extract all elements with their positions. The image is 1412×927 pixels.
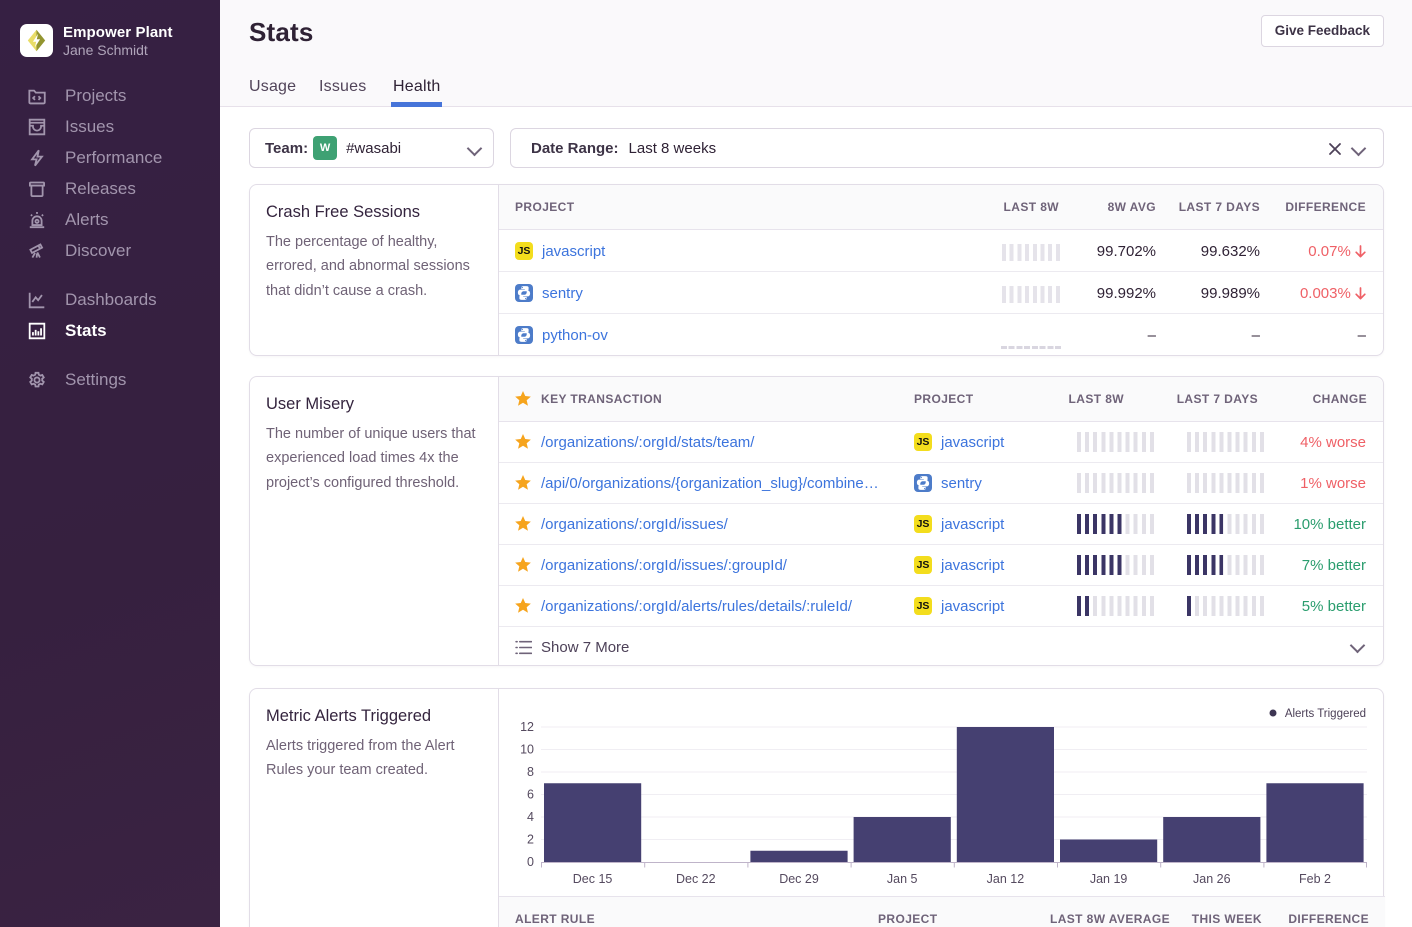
svg-text:2: 2 [527,833,534,847]
svg-text:12: 12 [520,720,534,734]
svg-text:Dec 29: Dec 29 [779,872,819,886]
svg-text:Jan 12: Jan 12 [987,872,1025,886]
svg-text:6: 6 [527,788,534,802]
svg-text:Dec 15: Dec 15 [573,872,613,886]
svg-text:8: 8 [527,765,534,779]
svg-text:Dec 22: Dec 22 [676,872,716,886]
svg-text:Jan 26: Jan 26 [1193,872,1231,886]
svg-text:10: 10 [520,743,534,757]
svg-text:4: 4 [527,810,534,824]
svg-text:Alerts Triggered: Alerts Triggered [1285,708,1366,720]
svg-text:Feb 2: Feb 2 [1299,872,1331,886]
svg-text:0: 0 [527,855,534,869]
svg-text:Jan 5: Jan 5 [887,872,918,886]
svg-text:Jan 19: Jan 19 [1090,872,1128,886]
